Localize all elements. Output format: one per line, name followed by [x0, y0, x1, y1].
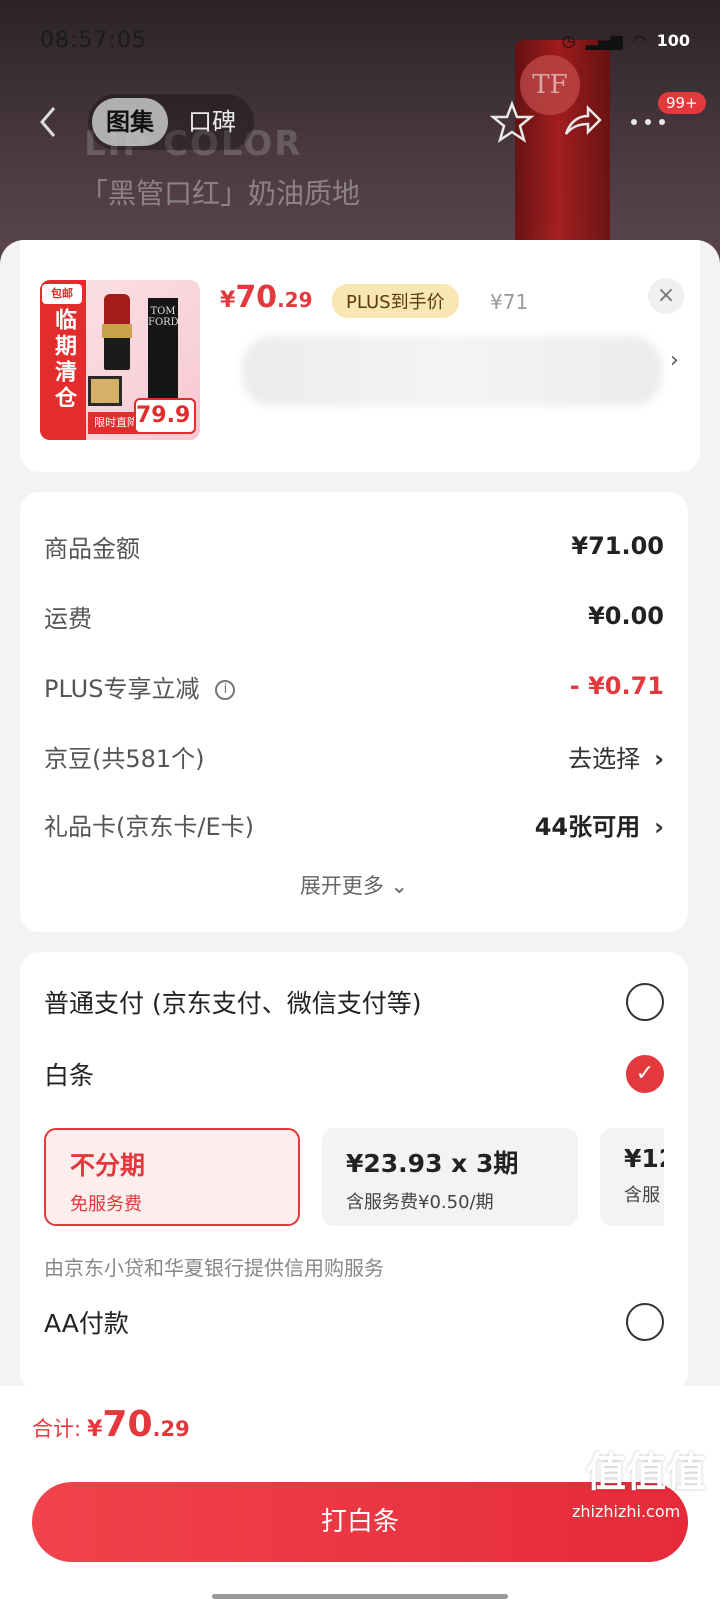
payment-option-aa[interactable]: AA付款 — [44, 1298, 664, 1346]
product-image[interactable]: 临期清仓 包邮 TOM FORD 限时直降 79.9 — [40, 280, 200, 440]
expand-more-button[interactable]: 展开更多 ⌄ — [20, 870, 688, 900]
plus-price-tag: PLUS到手价 — [332, 284, 459, 318]
plan-more[interactable]: ¥12 含服 — [600, 1128, 664, 1226]
plan-3-months[interactable]: ¥23.93 x 3期 含服务费¥0.50/期 — [322, 1128, 578, 1226]
header-tabs: 图集 口碑 — [88, 94, 254, 150]
row-plus-discount: PLUS专享立减 i - ¥0.71 — [44, 672, 664, 703]
signal-icon: ▂▄▆ — [585, 30, 623, 50]
share-icon[interactable] — [560, 100, 604, 144]
tab-reviews[interactable]: 口碑 — [174, 98, 250, 146]
checkout-sheet: 临期清仓 包邮 TOM FORD 限时直降 79.9 ¥ 70 .29 PLUS… — [0, 240, 720, 1600]
battery-level: 100 — [656, 30, 690, 50]
watermark-logo: 值值值 — [586, 1450, 706, 1496]
top-nav-bar: 图集 口碑 99+ — [0, 92, 720, 152]
home-indicator[interactable] — [212, 1594, 508, 1599]
row-shipping: 运费 ¥0.00 — [44, 602, 664, 633]
lipstick-band — [102, 324, 132, 338]
watermark-url: zhizhizhi.com — [572, 1502, 681, 1521]
promo-strip: 临期清仓 — [40, 280, 86, 440]
credit-note: 由京东小贷和华夏银行提供信用购服务 — [44, 1256, 384, 1280]
radio-button[interactable] — [626, 983, 664, 1021]
status-icons: ◷ ▂▄▆ ◠ 100 — [562, 31, 690, 50]
tab-gallery[interactable]: 图集 — [92, 98, 168, 146]
payment-option-normal[interactable]: 普通支付 (京东支付、微信支付等) — [44, 978, 664, 1026]
payment-option-baitiao[interactable]: 白条 ✓ — [44, 1050, 664, 1098]
total-amount: 合计: ¥ 70 .29 — [32, 1404, 190, 1445]
amount-summary-card: 商品金额 ¥71.00 运费 ¥0.00 PLUS专享立减 i - ¥0.71 京… — [20, 492, 688, 932]
chevron-down-icon: ⌄ — [390, 874, 409, 898]
info-icon[interactable]: i — [215, 679, 236, 700]
notification-badge: 99+ — [658, 92, 706, 114]
row-gift-card[interactable]: 礼品卡(京东卡/E卡) 44张可用 › — [44, 804, 664, 844]
close-icon[interactable]: × — [648, 278, 684, 314]
image-price-tag: 79.9 — [134, 398, 196, 434]
free-shipping-tag: 包邮 — [42, 284, 82, 304]
chevron-right-icon: › — [654, 744, 664, 773]
wifi-icon: ◠ — [632, 30, 647, 50]
chevron-right-icon: › — [654, 812, 664, 841]
status-bar: 08:57:05 ◷ ▂▄▆ ◠ 100 — [40, 24, 690, 56]
blurred-product-spec — [242, 336, 662, 406]
gold-cube — [88, 376, 122, 406]
row-jd-beans[interactable]: 京豆(共581个) 去选择 › — [44, 736, 664, 776]
check-icon[interactable]: ✓ — [626, 1055, 664, 1093]
product-price: ¥ 70 .29 — [220, 280, 313, 315]
more-icon[interactable] — [628, 114, 670, 130]
plan-no-installment[interactable]: 不分期 免服务费 — [44, 1128, 300, 1226]
background-title-cn: 「黑管口红」奶油质地 — [80, 177, 361, 210]
radio-button[interactable] — [626, 1303, 664, 1341]
box-brand: TOM FORD — [148, 306, 179, 328]
chevron-right-icon[interactable]: › — [670, 348, 679, 373]
star-icon[interactable] — [490, 100, 534, 144]
row-item-amount: 商品金额 ¥71.00 — [44, 532, 664, 563]
alarm-icon: ◷ — [561, 30, 576, 50]
payment-method-card: 普通支付 (京东支付、微信支付等) 白条 ✓ 不分期 免服务费 ¥23.93 x… — [20, 952, 688, 1392]
back-icon[interactable] — [34, 102, 64, 142]
product-card: 临期清仓 包邮 TOM FORD 限时直降 79.9 ¥ 70 .29 PLUS… — [20, 240, 700, 472]
status-time: 08:57:05 — [40, 27, 147, 53]
installment-plans: 不分期 免服务费 ¥23.93 x 3期 含服务费¥0.50/期 ¥12 含服 — [44, 1128, 664, 1228]
original-price: ¥71 — [490, 290, 529, 314]
